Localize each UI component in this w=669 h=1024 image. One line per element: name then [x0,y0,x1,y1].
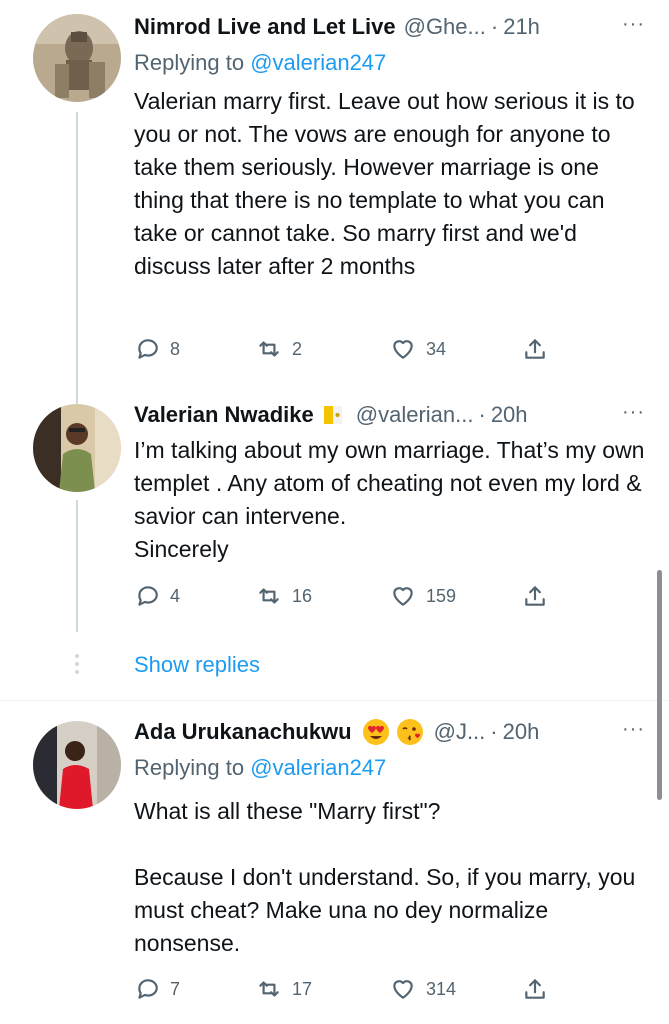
thread-line [76,112,78,400]
display-name[interactable]: Valerian Nwadike [134,400,314,430]
heart-icon [393,980,413,999]
reply-icon [138,586,158,606]
retweet-icon [259,341,279,357]
retweet-icon [259,981,279,997]
show-replies-link[interactable]: Show replies [134,652,260,678]
retweet-button[interactable]: 2 [256,333,302,365]
reply-button[interactable]: 8 [134,333,180,365]
replying-to-label: Replying to [134,755,251,780]
more-options-icon[interactable]: ··· [622,717,645,741]
like-button[interactable]: 314 [390,973,456,1005]
thread-line [76,500,78,632]
like-count: 314 [426,978,457,999]
user-handle[interactable]: @Ghe... [404,12,486,42]
retweet-button[interactable]: 16 [256,580,312,612]
retweet-count: 2 [292,338,303,359]
woman-red-dress-avatar-icon [33,721,121,809]
like-button[interactable]: 34 [390,333,446,365]
tweet-actions: 8 2 34 [134,333,554,365]
like-count: 159 [426,585,457,606]
man-selfie-avatar-icon [33,404,121,492]
share-button[interactable] [522,333,548,365]
tweet-actions: 4 16 159 [134,580,554,612]
user-handle[interactable]: @valerian... [356,400,474,430]
heart-icon [393,587,413,606]
display-name[interactable]: Nimrod Live and Let Live [134,12,396,42]
reply-button[interactable]: 4 [134,580,180,612]
replying-to-label: Replying to [134,50,251,75]
reply-icon [138,339,158,359]
replying-to: Replying to @valerian247 [134,753,645,783]
heart-eyes-emoji-icon [362,719,389,745]
retweet-count: 16 [292,585,313,606]
tweet-text: I’m talking about my own marriage. That’… [134,437,645,562]
statue-avatar-icon [33,14,121,102]
share-button[interactable] [522,973,548,1005]
reply-count: 4 [170,585,181,606]
share-button[interactable] [522,580,548,612]
vatican-flag-icon [323,406,342,424]
reply-icon [138,979,158,999]
tweet-header: Valerian Nwadike @valerian... · 20h [134,400,645,430]
like-count: 34 [426,338,447,359]
share-icon [525,979,545,999]
tweet-text: What is all these "Marry first"? Because… [134,798,636,956]
tweet-header: Ada Urukanachukwu @J... · 20h [134,717,645,747]
tweet-text: Valerian marry first. Leave out how seri… [134,88,635,279]
kissing-face-emoji-icon [396,719,423,745]
avatar[interactable] [33,404,121,492]
more-replies-dots [73,654,81,678]
retweet-icon [259,588,279,604]
separator-dot: · [478,402,486,427]
separator-dot: · [490,719,498,744]
timestamp[interactable]: 20h [491,400,528,430]
reply-count: 7 [170,978,181,999]
heart-icon [393,340,413,359]
timestamp[interactable]: 20h [503,717,540,747]
tweet-header: Nimrod Live and Let Live @Ghe... · 21h [134,12,645,42]
retweet-button[interactable]: 17 [256,973,312,1005]
tweet-actions: 7 17 314 [134,973,554,1005]
share-icon [525,586,545,606]
timestamp[interactable]: 21h [503,12,540,42]
reply-count: 8 [170,338,181,359]
mention-link[interactable]: @valerian247 [250,50,386,75]
replying-to: Replying to @valerian247 [134,48,645,78]
like-button[interactable]: 159 [390,580,456,612]
share-icon [525,339,545,359]
tweet-ada[interactable]: Ada Urukanachukwu @J... · 20h ··· Replyi… [0,701,669,1024]
more-options-icon[interactable]: ··· [622,12,645,36]
user-handle[interactable]: @J... [434,717,486,747]
separator-dot: · [490,14,499,39]
reply-button[interactable]: 7 [134,973,180,1005]
avatar[interactable] [33,721,121,809]
display-name[interactable]: Ada Urukanachukwu [134,717,352,747]
scrollbar[interactable] [657,570,662,800]
retweet-count: 17 [292,978,313,999]
avatar[interactable] [33,14,121,102]
mention-link[interactable]: @valerian247 [250,755,386,780]
tweet-nimrod[interactable]: Nimrod Live and Let Live @Ghe... · 21h ·… [0,0,669,400]
tweet-valerian[interactable]: Valerian Nwadike @valerian... · 20h ··· … [0,400,669,700]
more-options-icon[interactable]: ··· [622,400,645,424]
